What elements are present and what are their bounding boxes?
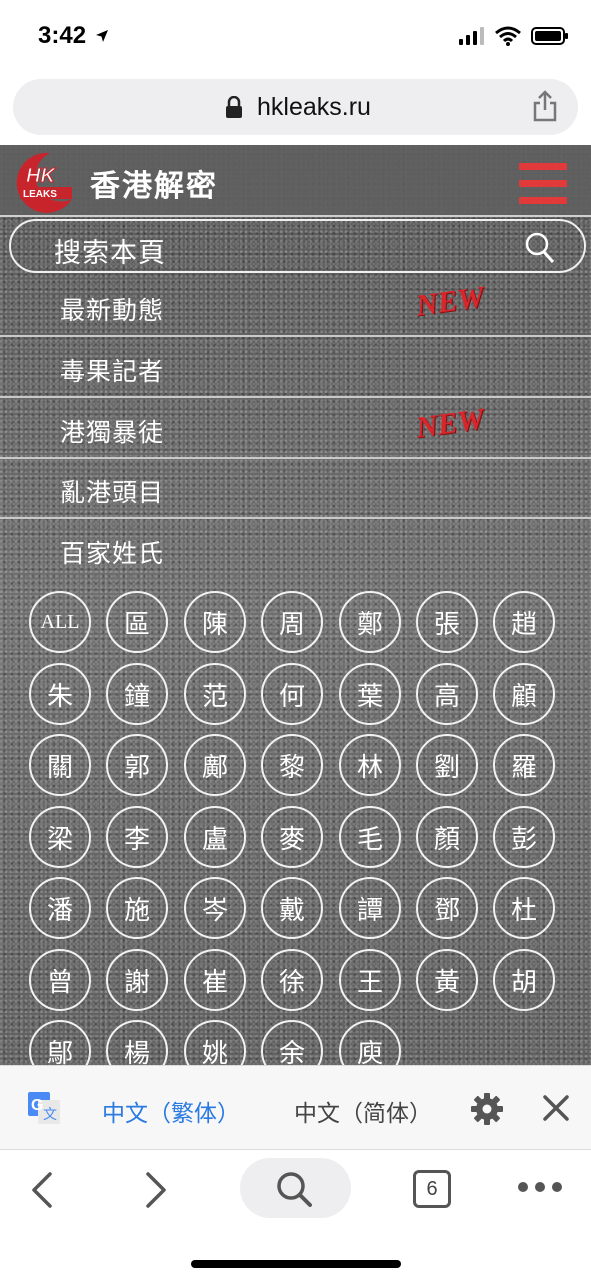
surname-button[interactable]: 余 [261, 1020, 323, 1065]
surname-button[interactable]: 陳 [184, 591, 246, 653]
surname-button[interactable]: 盧 [184, 806, 246, 868]
browser-toolbar: 6 [0, 1150, 591, 1280]
surname-button[interactable]: 麥 [261, 806, 323, 868]
new-badge: NEW [413, 402, 487, 445]
hamburger-menu-icon[interactable] [519, 163, 567, 205]
tabs-button[interactable]: 6 [413, 1170, 451, 1208]
surname-button[interactable]: 劉 [416, 734, 478, 796]
surname-button[interactable]: 杜 [493, 877, 555, 939]
surname-button[interactable]: 羅 [493, 734, 555, 796]
menu-item-label: 亂港頭目 [60, 478, 165, 507]
battery-icon [531, 27, 569, 49]
surname-button[interactable]: 彭 [493, 806, 555, 868]
share-icon[interactable] [532, 90, 558, 126]
surname-button[interactable]: 施 [106, 877, 168, 939]
search-button[interactable] [240, 1158, 351, 1218]
url-text: hkleaks.ru [257, 93, 371, 121]
surname-button[interactable]: 鄧 [416, 877, 478, 939]
surname-button[interactable]: 胡 [493, 949, 555, 1011]
hk-leaks-logo[interactable]: HK LEAKS [10, 149, 78, 215]
signal-icon [459, 27, 485, 49]
menu-item-label: 最新動態 [60, 296, 165, 325]
status-time: 3:42 [38, 22, 87, 49]
forward-icon[interactable] [142, 1170, 170, 1214]
surname-button[interactable]: 鐘 [106, 663, 168, 725]
surname-button[interactable]: 王 [339, 949, 401, 1011]
site-title: 香港解密 [90, 169, 218, 204]
svg-text:LEAKS: LEAKS [23, 189, 57, 200]
surname-button[interactable]: 鄺 [184, 734, 246, 796]
surname-button[interactable]: 范 [184, 663, 246, 725]
surname-button[interactable]: ALL [29, 591, 91, 653]
surname-button[interactable]: 李 [106, 806, 168, 868]
web-content: HK LEAKS 香港解密 搜索本頁 最新動態 NEW 毒果記者 港獨暴徒 NE… [0, 145, 591, 1065]
surname-button[interactable]: 林 [339, 734, 401, 796]
surname-button[interactable]: 顏 [416, 806, 478, 868]
location-arrow-icon [95, 28, 109, 47]
new-badge: NEW [413, 280, 487, 323]
surname-button[interactable]: 庾 [339, 1020, 401, 1065]
lang-simplified-button[interactable]: 中文（简体） [294, 1094, 432, 1128]
surname-button[interactable]: 區 [106, 591, 168, 653]
gear-icon[interactable] [470, 1092, 504, 1130]
surname-button[interactable]: 楊 [106, 1020, 168, 1065]
svg-text:文: 文 [43, 1106, 57, 1122]
surname-button[interactable]: 高 [416, 663, 478, 725]
surname-button[interactable]: 潘 [29, 877, 91, 939]
search-placeholder: 搜索本頁 [54, 238, 166, 269]
surname-button[interactable]: 鄔 [29, 1020, 91, 1065]
surname-button[interactable]: 謝 [106, 949, 168, 1011]
menu-item-label: 港獨暴徒 [60, 418, 165, 447]
surname-button[interactable]: 顧 [493, 663, 555, 725]
surname-button[interactable]: 崔 [184, 949, 246, 1011]
menu-item-label: 百家姓氏 [60, 539, 165, 568]
surname-button[interactable]: 姚 [184, 1020, 246, 1065]
browser-address-area: hkleaks.ru [0, 72, 591, 145]
more-options-icon[interactable] [518, 1182, 562, 1192]
surname-button[interactable]: 周 [261, 591, 323, 653]
surname-button[interactable]: 戴 [261, 877, 323, 939]
google-translate-icon[interactable]: G 文 [28, 1092, 60, 1124]
surname-button[interactable]: 岑 [184, 877, 246, 939]
surname-button[interactable]: 毛 [339, 806, 401, 868]
surname-button[interactable]: 梁 [29, 806, 91, 868]
surname-button[interactable]: 黎 [261, 734, 323, 796]
surname-button[interactable]: 徐 [261, 949, 323, 1011]
svg-text:HK: HK [26, 165, 56, 187]
svg-text:G: G [31, 1097, 43, 1114]
lang-traditional-button[interactable]: 中文（繁体） [102, 1094, 240, 1128]
home-indicator [191, 1260, 401, 1268]
menu-item-leaders[interactable]: 亂港頭目 [0, 459, 591, 519]
menu-item-latest[interactable]: 最新動態 NEW [0, 277, 591, 337]
back-icon[interactable] [28, 1170, 56, 1214]
surname-button[interactable]: 關 [29, 734, 91, 796]
surname-button[interactable]: 朱 [29, 663, 91, 725]
surname-button[interactable]: 曾 [29, 949, 91, 1011]
surname-button[interactable]: 何 [261, 663, 323, 725]
wifi-icon [495, 26, 521, 50]
surname-button[interactable]: 葉 [339, 663, 401, 725]
address-bar[interactable]: hkleaks.ru [13, 79, 578, 135]
search-icon [274, 1170, 314, 1212]
search-icon[interactable] [524, 231, 556, 269]
site-header: HK LEAKS 香港解密 [0, 145, 591, 217]
menu-item-label: 毒果記者 [60, 357, 165, 386]
surname-button[interactable]: 譚 [339, 877, 401, 939]
surname-button[interactable]: 黃 [416, 949, 478, 1011]
menu-item-rioters[interactable]: 港獨暴徒 NEW [0, 399, 591, 459]
status-bar: 3:42 [0, 0, 591, 72]
menu-item-reporters[interactable]: 毒果記者 [0, 338, 591, 398]
page-search-input[interactable]: 搜索本頁 [9, 219, 586, 273]
translate-bar: G 文 中文（繁体） 中文（简体） [0, 1065, 591, 1150]
lock-icon [226, 95, 242, 122]
status-icons [459, 26, 569, 50]
menu-item-surnames[interactable]: 百家姓氏 [0, 520, 591, 580]
surname-button[interactable]: 郭 [106, 734, 168, 796]
surname-button[interactable]: 趙 [493, 591, 555, 653]
close-icon[interactable] [540, 1092, 572, 1128]
surname-button[interactable]: 張 [416, 591, 478, 653]
surname-button[interactable]: 鄭 [339, 591, 401, 653]
